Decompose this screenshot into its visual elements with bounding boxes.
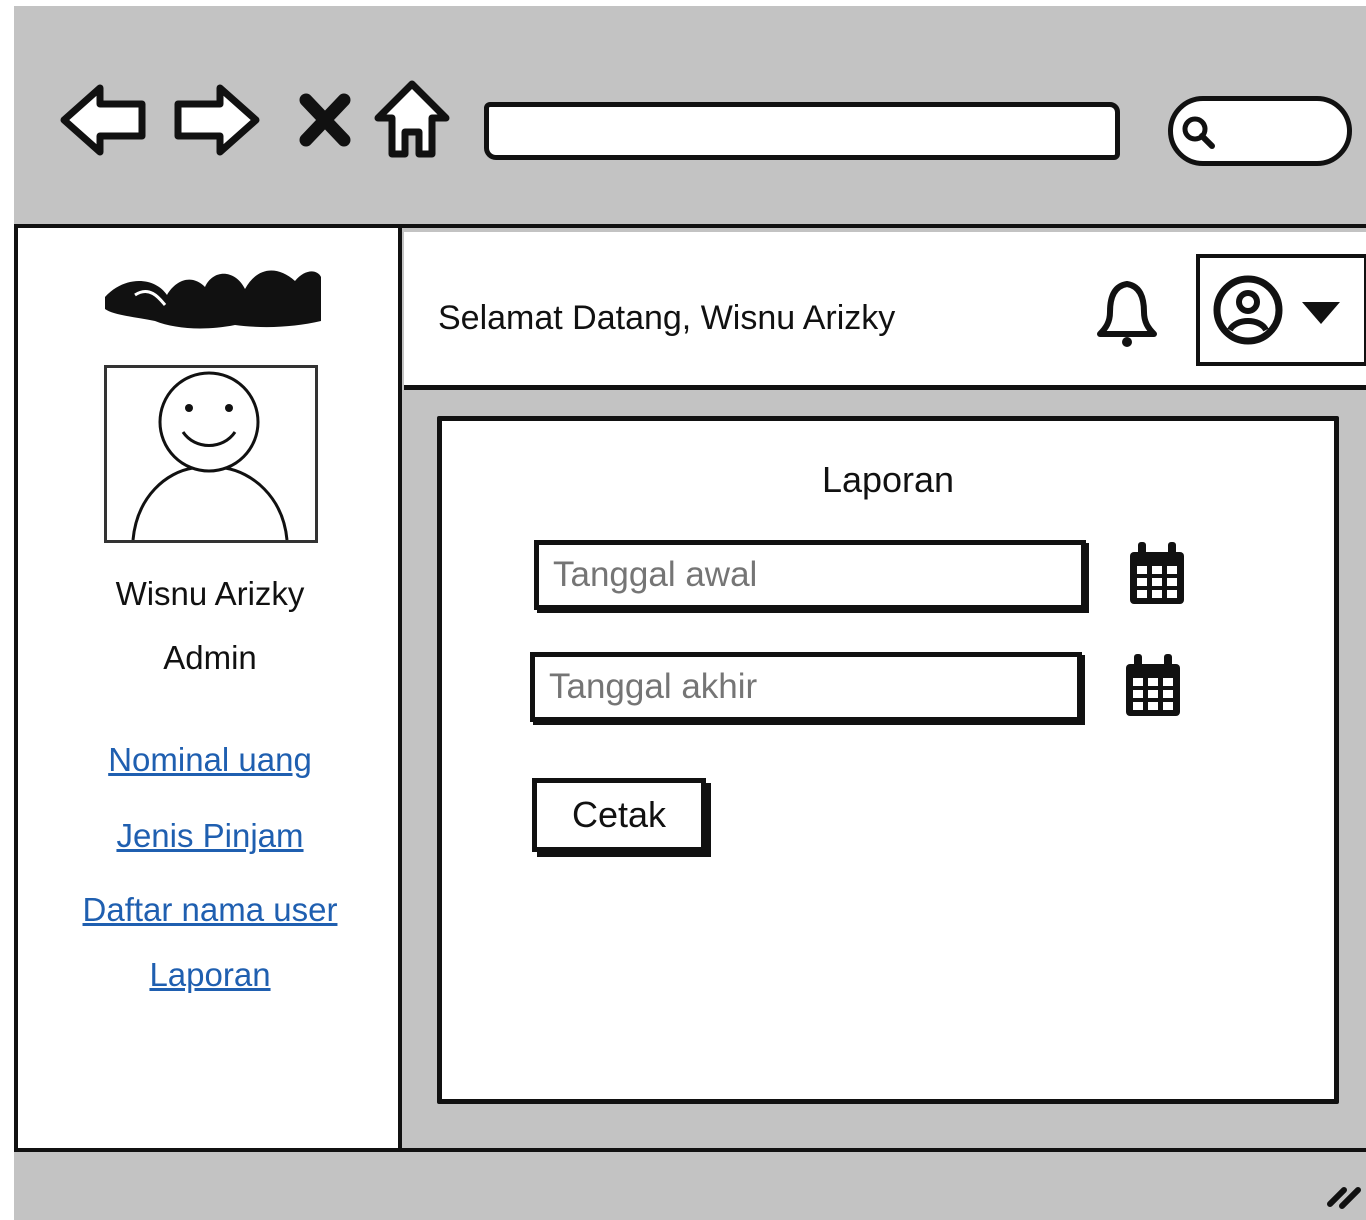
user-role: Admin (163, 639, 257, 676)
search-icon (1178, 112, 1218, 152)
forward-arrow-icon[interactable] (172, 82, 262, 158)
sidebar-link-daftar-nama-user[interactable]: Daftar nama user (18, 890, 402, 930)
user-avatar-icon (104, 365, 318, 543)
start-date-field[interactable] (534, 540, 1086, 610)
url-input[interactable] (484, 102, 1120, 160)
sidebar-link-nominal-uang[interactable]: Nominal uang (18, 740, 402, 780)
user-name: Wisnu Arizky (115, 575, 305, 612)
print-button[interactable]: Cetak (532, 778, 706, 852)
scribble-logo (95, 255, 330, 335)
home-icon[interactable] (372, 78, 452, 160)
back-arrow-icon[interactable] (58, 82, 148, 158)
close-icon[interactable] (296, 92, 354, 148)
browser-statusbar (14, 1148, 1366, 1220)
panel-title: Laporan (821, 459, 955, 500)
resize-grip-icon[interactable] (1322, 1168, 1366, 1212)
calendar-icon[interactable] (1124, 538, 1190, 610)
welcome-text: Selamat Datang, Wisnu Arizky (438, 299, 896, 337)
sidebar-link-laporan[interactable]: Laporan (18, 955, 402, 995)
profile-menu-button[interactable] (1196, 254, 1366, 366)
sidebar-link-jenis-pinjam[interactable]: Jenis Pinjam (18, 816, 402, 856)
bell-icon[interactable] (1094, 278, 1160, 350)
report-panel (437, 416, 1339, 1104)
end-date-field[interactable] (530, 652, 1082, 722)
calendar-icon[interactable] (1120, 650, 1186, 722)
